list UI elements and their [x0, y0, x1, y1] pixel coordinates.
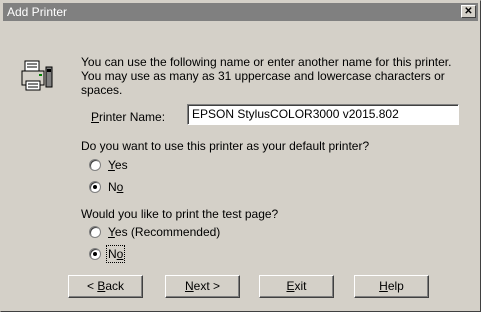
default-yes-label: Yes	[108, 158, 128, 172]
add-printer-dialog: Add Printer ✕ You can use the following …	[0, 0, 481, 312]
default-no-radio[interactable]: No	[89, 180, 123, 194]
help-button[interactable]: Help	[354, 275, 429, 298]
exit-button[interactable]: Exit	[259, 275, 334, 298]
printer-icon	[21, 60, 53, 91]
test-page-no-label: No	[105, 245, 126, 263]
close-icon: ✕	[464, 6, 473, 17]
window-title: Add Printer	[7, 5, 68, 19]
default-yes-radio[interactable]: Yes	[89, 158, 128, 172]
default-no-label: No	[108, 180, 124, 194]
printer-name-label: Printer Name:	[91, 110, 166, 124]
test-page-question: Would you like to print the test page?	[81, 207, 279, 221]
back-button[interactable]: < Back	[68, 275, 143, 298]
test-page-no-radio[interactable]: No	[89, 245, 126, 263]
default-printer-question: Do you want to use this printer as your …	[81, 139, 370, 153]
description-text: You can use the following name or enter …	[81, 55, 452, 97]
printer-name-input[interactable]: EPSON StylusCOLOR3000 v2015.802	[187, 104, 459, 125]
next-button[interactable]: Next >	[165, 275, 240, 298]
title-bar: Add Printer ✕	[3, 3, 478, 21]
test-page-yes-label: Yes (Recommended)	[108, 225, 221, 239]
radio-button[interactable]	[89, 226, 101, 238]
radio-button[interactable]	[89, 248, 101, 260]
close-button[interactable]: ✕	[461, 5, 476, 18]
radio-button[interactable]	[89, 159, 101, 171]
test-page-yes-radio[interactable]: Yes (Recommended)	[89, 225, 220, 239]
radio-button[interactable]	[89, 181, 101, 193]
